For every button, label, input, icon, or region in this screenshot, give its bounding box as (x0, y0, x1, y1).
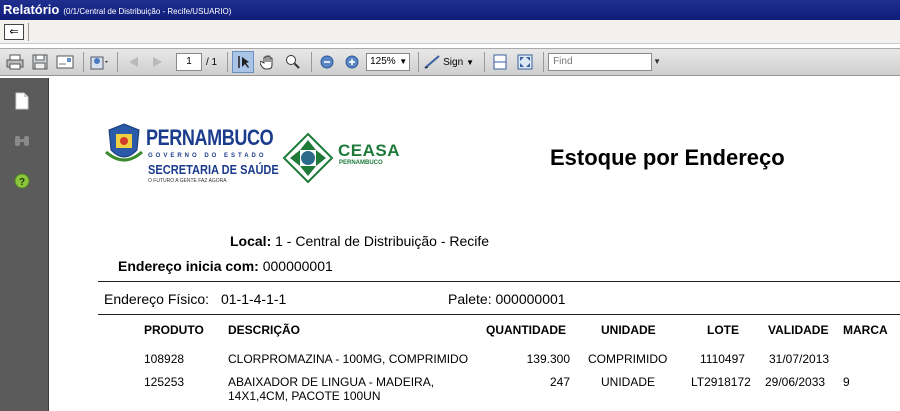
page-total: / 1 (206, 56, 218, 68)
cell-lote: LT2918172 (691, 375, 751, 389)
physical-address-label: Endereço Físico: (104, 291, 210, 307)
ceasa-logo-name: CEASA (338, 141, 401, 160)
email-icon[interactable] (54, 51, 76, 73)
divider (311, 52, 313, 72)
find-input[interactable]: Find ▼ (548, 53, 661, 71)
cell-produto: 108928 (144, 352, 185, 366)
divider (227, 52, 229, 72)
cell-lote: 1110497 (700, 352, 745, 366)
previous-page-icon[interactable] (122, 51, 144, 73)
pernambuco-logo-gov: GOVERNO DO ESTADO (148, 153, 267, 159)
pernambuco-coat-of-arms-icon (105, 123, 143, 162)
back-button[interactable]: ⇐ (4, 24, 24, 40)
page-number-input[interactable]: 1 (176, 53, 202, 71)
cell-unidade: COMPRIMIDO (588, 352, 668, 366)
print-icon[interactable] (4, 51, 26, 73)
ceasa-logo-icon (282, 132, 334, 184)
cell-descricao: CLORPROMAZINA - 100MG, COMPRIMIDO (228, 352, 469, 366)
next-page-icon[interactable] (147, 51, 169, 73)
divider (484, 52, 486, 72)
navigation-panel: ? (0, 78, 49, 411)
col-header-marca: MARCA (843, 323, 888, 337)
divider (98, 314, 900, 315)
pages-icon[interactable] (13, 92, 31, 110)
export-icon[interactable] (88, 51, 110, 73)
cell-descricao-line2: 14X1,4CM, PACOTE 100UN (228, 389, 381, 403)
report-title: Estoque por Endereço (550, 145, 785, 170)
divider (28, 23, 29, 41)
marquee-zoom-icon[interactable] (282, 51, 304, 73)
cell-validade: 31/07/2013 (769, 352, 830, 366)
cell-validade: 29/06/2033 (765, 375, 826, 389)
divider (98, 281, 900, 282)
address-label: Endereço inicia com: (118, 258, 259, 274)
sign-button[interactable]: Sign ▼ (423, 54, 474, 70)
pernambuco-logo-secretaria: SECRETARIA DE SAÚDE (148, 162, 279, 177)
window-titlebar: Relatório (0/1/Central de Distribuição -… (0, 0, 900, 20)
cell-produto: 125253 (144, 375, 185, 389)
divider (83, 52, 84, 72)
local-value: 1 - Central de Distribuição - Recife (275, 233, 490, 249)
divider (418, 52, 420, 72)
pallet-label: Palete: (448, 291, 492, 307)
col-header-lote: LOTE (707, 323, 739, 337)
physical-address-value: 01-1-4-1-1 (220, 291, 287, 307)
full-screen-icon[interactable] (514, 51, 536, 73)
local-row: Local: 1 - Central de Distribuição - Rec… (230, 233, 489, 249)
sign-label: Sign (443, 56, 464, 68)
cell-unidade: UNIDADE (601, 375, 656, 389)
pen-icon (424, 55, 440, 69)
zoom-select[interactable]: 125% ▼ (366, 53, 411, 71)
cell-marca: 9 (843, 375, 850, 389)
physical-address-row: Endereço Físico: 01-1-4-1-1 (104, 291, 286, 307)
pdf-document-page: PERNAMBUCO GOVERNO DO ESTADO SECRETARIA … (50, 78, 900, 411)
col-header-unidade: UNIDADE (601, 323, 656, 337)
select-tool-icon[interactable] (232, 51, 255, 73)
chevron-down-icon: ▼ (399, 57, 408, 66)
pernambuco-logo-slogan: O FUTURO A GENTE FAZ AGORA (148, 178, 227, 184)
pallet-row: Palete: 000000001 (448, 291, 566, 307)
col-header-produto: PRODUTO (144, 323, 204, 337)
window-subtitle: (0/1/Central de Distribuição - Recife/US… (63, 7, 232, 16)
navigation-bar: ⇐ (0, 20, 900, 44)
find-placeholder: Find (553, 56, 573, 67)
hand-tool-icon[interactable] (257, 51, 279, 73)
pallet-value: 000000001 (495, 291, 566, 307)
svg-text:?: ? (19, 177, 25, 188)
window-title: Relatório (3, 2, 60, 17)
local-label: Local: (230, 233, 272, 249)
chevron-down-icon: ▼ (466, 57, 475, 67)
col-header-quantidade: QUANTIDADE (486, 323, 566, 337)
chevron-down-icon[interactable]: ▼ (653, 54, 661, 70)
col-header-validade: VALIDADE (768, 323, 829, 337)
col-header-descricao: DESCRIÇÃO (228, 323, 301, 337)
binoculars-icon[interactable] (13, 132, 31, 150)
zoom-in-icon[interactable] (341, 51, 363, 73)
address-value: 000000001 (262, 258, 333, 274)
address-row: Endereço inicia com: 000000001 (118, 258, 333, 274)
save-icon[interactable] (29, 51, 51, 73)
divider (117, 52, 118, 72)
pernambuco-logo-name: PERNAMBUCO (146, 125, 274, 150)
ceasa-logo-sub: PERNAMBUCO (339, 160, 383, 166)
cell-descricao: ABAIXADOR DE LINGUA - MADEIRA, (228, 375, 435, 389)
zoom-value: 125% (370, 56, 396, 67)
divider (543, 52, 545, 72)
cell-quantidade: 247 (549, 375, 570, 389)
zoom-out-icon[interactable] (316, 51, 338, 73)
cell-quantidade: 139.300 (526, 352, 570, 366)
help-icon[interactable]: ? (13, 172, 31, 190)
pdf-toolbar: 1 / 1 125% ▼ Sign ▼ Find ▼ (0, 48, 900, 76)
fit-page-icon[interactable] (489, 51, 511, 73)
